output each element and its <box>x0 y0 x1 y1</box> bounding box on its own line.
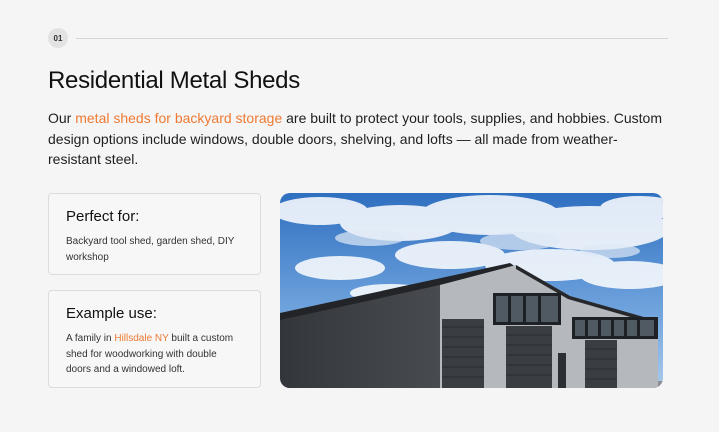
intro-text-start: Our <box>48 110 76 126</box>
example-use-card: Example use: A family in Hillsdale NY bu… <box>48 290 261 388</box>
backyard-storage-link[interactable]: metal sheds for backyard storage <box>75 110 282 126</box>
example-use-body: A family in Hillsdale NY built a custom … <box>66 331 243 378</box>
step-indicator: 01 <box>48 28 668 48</box>
hillsdale-ny-link[interactable]: Hillsdale NY <box>114 333 168 344</box>
example-text-start: A family in <box>66 333 115 344</box>
step-number-badge: 01 <box>48 28 68 48</box>
example-use-title: Example use: <box>66 305 157 322</box>
perfect-for-title: Perfect for: <box>66 208 140 225</box>
section-intro: Our metal sheds for backyard storage are… <box>48 108 668 170</box>
perfect-for-card: Perfect for: Backyard tool shed, garden … <box>48 193 261 275</box>
perfect-for-body: Backyard tool shed, garden shed, DIY wor… <box>66 236 235 263</box>
section-title: Residential Metal Sheds <box>48 67 300 94</box>
metal-shed-photo <box>280 193 663 388</box>
step-divider <box>76 37 668 39</box>
